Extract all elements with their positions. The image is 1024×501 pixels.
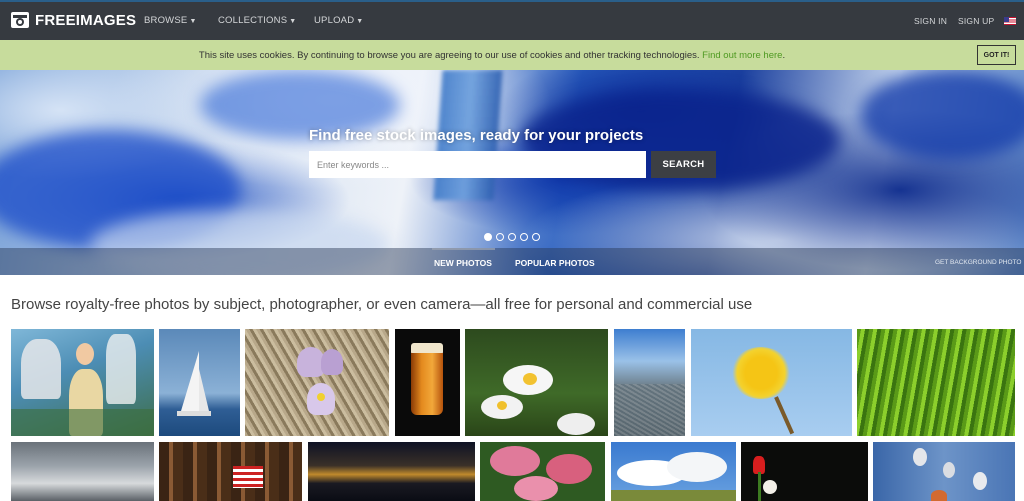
brand-name: FREEIMAGES <box>35 11 137 29</box>
photo-thumbnail[interactable] <box>11 442 154 501</box>
slide-dot[interactable] <box>532 233 540 241</box>
search-button[interactable]: SEARCH <box>651 151 716 178</box>
photo-thumbnail[interactable] <box>614 329 685 436</box>
caret-down-icon: ▼ <box>356 18 364 25</box>
slide-dot[interactable] <box>508 233 516 241</box>
photo-thumbnail[interactable] <box>741 442 868 501</box>
photo-thumbnail[interactable] <box>395 329 460 436</box>
photo-thumbnail[interactable] <box>857 329 1015 436</box>
hero-banner: Find free stock images, ready for your p… <box>0 70 1024 275</box>
photo-thumbnail[interactable] <box>11 329 154 436</box>
logo[interactable]: FREEIMAGES <box>10 10 136 30</box>
photo-thumbnail[interactable] <box>873 442 1015 501</box>
nav-collections-label: COLLECTIONS <box>218 15 288 26</box>
got-it-button[interactable]: GOT IT! <box>977 45 1016 65</box>
photo-thumbnail[interactable] <box>691 329 852 436</box>
photo-thumbnail[interactable] <box>159 329 240 436</box>
slide-indicators <box>484 233 540 241</box>
nav-upload-label: UPLOAD <box>314 15 355 26</box>
nav-browse[interactable]: BROWSE ▼ <box>144 15 197 26</box>
top-navbar: FREEIMAGES BROWSE ▼ COLLECTIONS ▼ UPLOAD ▼ … <box>0 0 1024 40</box>
sign-up-link[interactable]: SIGN UP <box>958 16 994 26</box>
slide-dot[interactable] <box>496 233 504 241</box>
photo-thumbnail[interactable] <box>480 442 605 501</box>
photo-tabs-bar: NEW PHOTOS POPULAR PHOTOS GET BACKGROUND… <box>0 248 1024 275</box>
tab-popular-photos[interactable]: POPULAR PHOTOS <box>515 258 595 268</box>
photo-thumbnail[interactable] <box>159 442 302 501</box>
nav-upload[interactable]: UPLOAD ▼ <box>314 15 363 26</box>
slide-dot[interactable] <box>520 233 528 241</box>
cookie-banner: This site uses cookies. By continuing to… <box>0 40 1024 70</box>
get-background-photo-link[interactable]: GET BACKGROUND PHOTO <box>935 259 1021 266</box>
page-headline: Browse royalty-free photos by subject, p… <box>11 296 753 313</box>
search-input[interactable] <box>309 151 646 178</box>
sign-in-link[interactable]: SIGN IN <box>914 16 947 26</box>
cookie-text: This site uses cookies. By continuing to… <box>198 50 700 61</box>
hero-title: Find free stock images, ready for your p… <box>309 127 644 144</box>
photo-thumbnail[interactable] <box>611 442 736 501</box>
cookie-find-out-more-link[interactable]: Find out more here <box>702 50 782 61</box>
photo-thumbnail[interactable] <box>308 442 475 501</box>
photo-thumbnail[interactable] <box>245 329 389 436</box>
photo-thumbnail[interactable] <box>465 329 608 436</box>
cookie-suffix: . <box>782 50 786 61</box>
caret-down-icon: ▼ <box>189 18 197 25</box>
caret-down-icon: ▼ <box>289 18 297 25</box>
slide-dot[interactable] <box>484 233 492 241</box>
nav-collections[interactable]: COLLECTIONS ▼ <box>218 15 296 26</box>
cookie-message: This site uses cookies. By continuing to… <box>0 50 984 61</box>
tab-new-photos[interactable]: NEW PHOTOS <box>434 258 492 268</box>
us-flag-icon[interactable] <box>1004 17 1016 25</box>
hero-background-image <box>860 70 1024 160</box>
camera-logo-icon <box>11 12 29 28</box>
nav-browse-label: BROWSE <box>144 15 188 26</box>
